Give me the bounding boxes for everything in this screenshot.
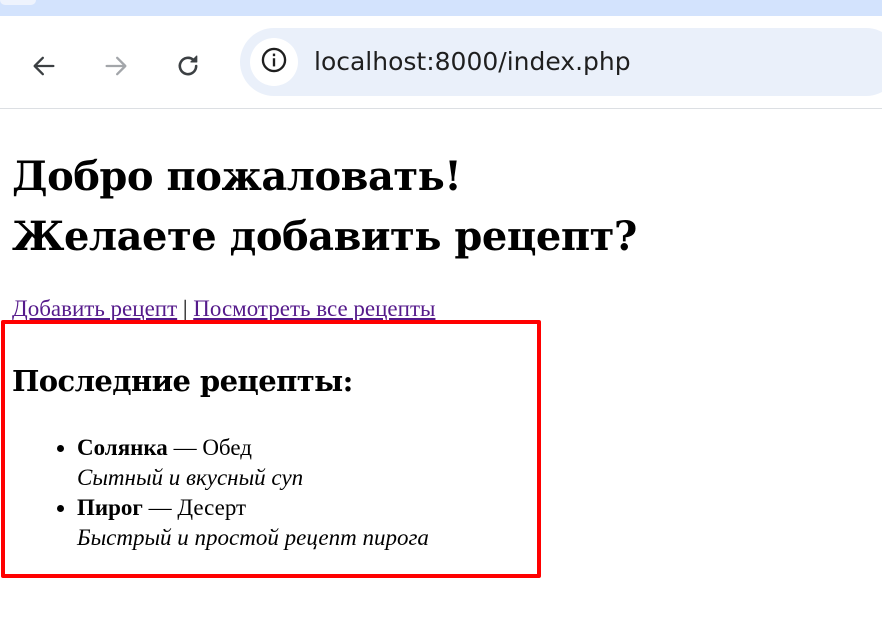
forward-button[interactable] [96,46,136,86]
recipe-category: Обед [202,435,252,460]
view-all-recipes-link[interactable]: Посмотреть все рецепты [193,296,435,321]
welcome-heading-line1: Добро пожаловать! [12,153,462,200]
recipe-name: Пирог [77,495,143,520]
latest-recipes-heading: Последние рецепты: [12,364,353,398]
recipe-description: Сытный и вкусный суп [77,465,304,490]
reload-icon [174,52,202,80]
site-info-button[interactable] [250,38,298,86]
recipe-list: Солянка — Обед Сытный и вкусный суп Пиро… [12,433,429,553]
back-button[interactable] [24,46,64,86]
address-bar[interactable]: localhost:8000/index.php [240,28,882,96]
recipe-description: Быстрый и простой рецепт пирога [77,525,429,550]
arrow-right-icon [102,52,130,80]
welcome-heading-line2: Желаете добавить рецепт? [12,213,637,260]
recipe-dash: — [148,495,172,520]
nav-links: Добавить рецепт | Посмотреть все рецепты [12,295,435,323]
url-text[interactable]: localhost:8000/index.php [314,28,631,96]
recipe-item: Пирог — Десерт Быстрый и простой рецепт … [77,493,429,553]
recipe-name: Солянка [77,435,168,460]
tab-fragment[interactable] [0,0,36,5]
tab-strip [0,0,882,16]
recipe-dash: — [173,435,197,460]
recipe-category: Десерт [177,495,247,520]
browser-toolbar: localhost:8000/index.php [0,16,882,108]
info-circle-icon [260,46,288,78]
nav-separator: | [182,296,188,321]
welcome-heading: Добро пожаловать! Желаете добавить рецеп… [12,147,637,267]
toolbar-divider [0,108,882,109]
recipe-item: Солянка — Обед Сытный и вкусный суп [77,433,429,493]
add-recipe-link[interactable]: Добавить рецепт [12,296,177,321]
arrow-left-icon [30,52,58,80]
reload-button[interactable] [168,46,208,86]
